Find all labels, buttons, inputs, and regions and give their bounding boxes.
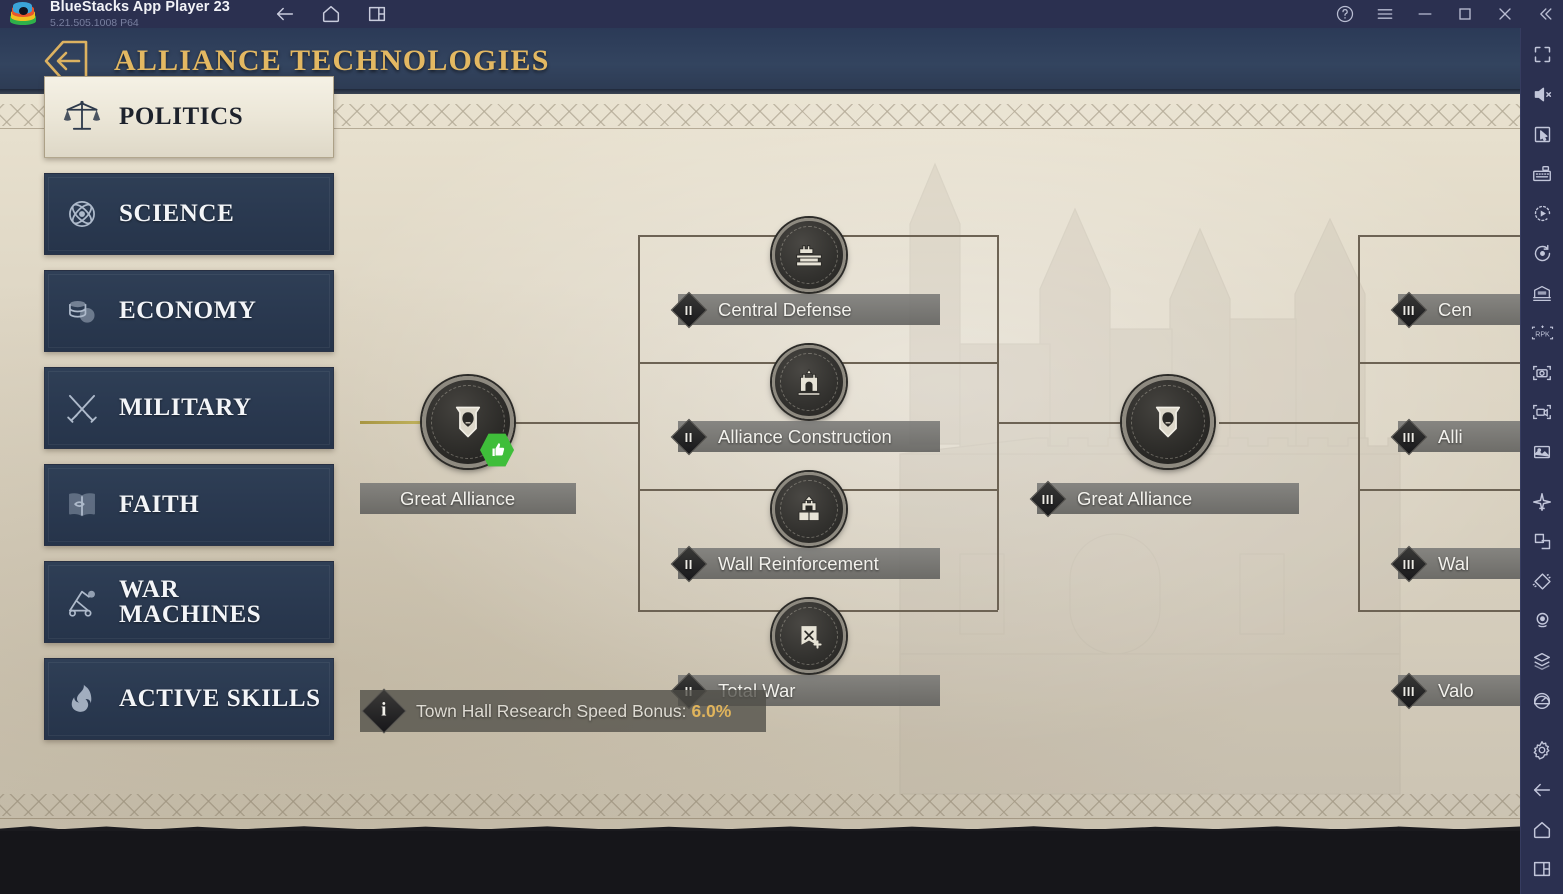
screenshot-icon[interactable] [1527, 358, 1557, 388]
keyboard-icon[interactable] [1527, 159, 1557, 189]
tier-badge: III [1390, 672, 1428, 709]
bluestacks-toolbar: RPK [1520, 28, 1563, 894]
tier-badge-text: II [684, 301, 694, 317]
location-icon[interactable] [1527, 606, 1557, 636]
tier-badge: II [670, 418, 708, 455]
connector-h [1358, 610, 1520, 612]
tier-badge: III [1390, 291, 1428, 328]
lattice-border-bottom [0, 794, 1520, 816]
shake-icon[interactable] [1527, 566, 1557, 596]
macro-play-icon[interactable] [1527, 199, 1557, 229]
research-bonus-value: 6.0% [691, 700, 732, 721]
settings-gear-icon[interactable] [1527, 735, 1557, 765]
bluestacks-logo-icon [10, 1, 36, 27]
tech-node-label-text: Alliance Construction [718, 425, 892, 447]
close-icon[interactable] [1495, 4, 1515, 24]
app-version: 5.21.505.1008 P64 [50, 16, 139, 29]
titlebar: BlueStacks App Player 23 5.21.505.1008 P… [0, 0, 1563, 28]
tier-badge: II [670, 545, 708, 582]
tech-node-label-text: Cen [1438, 298, 1472, 320]
tier-badge: III [1390, 418, 1428, 455]
home-icon[interactable] [320, 3, 342, 25]
svg-text:RPK: RPK [1535, 330, 1550, 338]
cursor-icon[interactable] [1527, 119, 1557, 149]
connector-bracket-far [1358, 235, 1360, 610]
castle-icon[interactable] [772, 345, 846, 419]
connector-h [1219, 422, 1359, 424]
android-recents-icon[interactable] [1527, 854, 1557, 884]
help-icon[interactable] [1335, 4, 1355, 24]
tier-badge: II [670, 291, 708, 328]
tier-badge: III [1390, 545, 1428, 582]
collapse-icon[interactable] [1535, 4, 1555, 24]
layers-icon[interactable] [1527, 646, 1557, 676]
real-time-translation-icon[interactable] [1527, 278, 1557, 308]
multi-instance-manager-icon[interactable] [1527, 527, 1557, 557]
connector-h [500, 422, 640, 424]
alliance-crest-icon[interactable] [1122, 376, 1214, 468]
tech-node-label-text: Alli [1438, 425, 1463, 447]
tech-node-label-text: Wal [1438, 552, 1470, 574]
tech-node-label-truncated[interactable]: III Cen [1390, 291, 1520, 328]
tech-node-label[interactable]: II Alliance Construction [670, 418, 940, 455]
connector-h [1358, 362, 1520, 364]
script-icon[interactable] [1527, 239, 1557, 269]
tier-badge-text: III [1402, 556, 1416, 571]
app-title: BlueStacks App Player 23 [50, 0, 230, 15]
tier-badge-text: III [1402, 429, 1416, 444]
minimize-icon[interactable] [1415, 4, 1435, 24]
tier-badge: III [1029, 480, 1067, 517]
tier-badge-text: III [1402, 302, 1416, 317]
fortress-icon[interactable] [772, 218, 846, 292]
android-home-icon[interactable] [1527, 815, 1557, 845]
fullscreen-icon[interactable] [1527, 40, 1557, 70]
tech-node-label-truncated[interactable]: III Wal [1390, 545, 1520, 582]
tech-node-label[interactable]: II Central Defense [670, 291, 940, 328]
bluestacks-window: BlueStacks App Player 23 5.21.505.1008 P… [0, 0, 1563, 894]
research-bonus-bar: i Town Hall Research Speed Bonus: 6.0% [360, 688, 766, 734]
banner-swords-icon[interactable] [772, 599, 846, 673]
tech-node-label[interactable]: III Great Alliance [1029, 480, 1299, 517]
media-manager-icon[interactable] [1527, 437, 1557, 467]
tech-node-label-text: Central Defense [718, 298, 852, 320]
tech-node-label-truncated[interactable]: III Alli [1390, 418, 1520, 455]
letterbox-bottom [0, 829, 1520, 894]
tier-badge-text: III [1402, 683, 1416, 698]
multi-instance-icon[interactable] [366, 3, 388, 25]
tier-badge-text: III [1041, 491, 1055, 506]
maximize-icon[interactable] [1455, 4, 1475, 24]
window-controls [1335, 0, 1555, 28]
menu-icon[interactable] [1375, 4, 1395, 24]
tech-node-label[interactable]: II Wall Reinforcement [670, 545, 940, 582]
connector-bracket-left [638, 235, 640, 610]
connector-h [1358, 489, 1520, 491]
wall-icon[interactable] [772, 472, 846, 546]
tech-node-label[interactable]: Great Alliance [360, 483, 576, 514]
performance-icon[interactable] [1527, 686, 1557, 716]
tier-badge-text: II [684, 428, 694, 444]
tech-node-label-text: Valo [1438, 679, 1474, 701]
tier-badge-text: II [684, 555, 694, 571]
mute-icon[interactable] [1527, 80, 1557, 110]
back-arrow-icon[interactable] [274, 3, 296, 25]
connector-h [997, 422, 1139, 424]
info-icon: i [361, 688, 407, 734]
record-video-icon[interactable] [1527, 397, 1557, 427]
android-back-icon[interactable] [1527, 775, 1557, 805]
titlebar-nav [274, 3, 388, 25]
research-bonus-label: Town Hall Research Speed Bonus: [416, 700, 687, 721]
hairline-bottom [0, 818, 1520, 819]
tech-node-label-text: Wall Reinforcement [718, 552, 879, 574]
tech-tree: Great Alliance II Central Defense II All… [0, 28, 1520, 763]
game-viewport: ALLIANCE TECHNOLOGIES POLITICS SCIENCE E… [0, 28, 1520, 894]
eco-mode-icon[interactable] [1527, 487, 1557, 517]
connector-h [1358, 235, 1520, 237]
tech-node-label-text: Great Alliance [1077, 487, 1193, 509]
rpk-icon[interactable]: RPK [1527, 318, 1557, 348]
tech-node-label-text: Great Alliance [400, 487, 516, 509]
tech-node-label-truncated[interactable]: III Valo [1390, 672, 1520, 709]
